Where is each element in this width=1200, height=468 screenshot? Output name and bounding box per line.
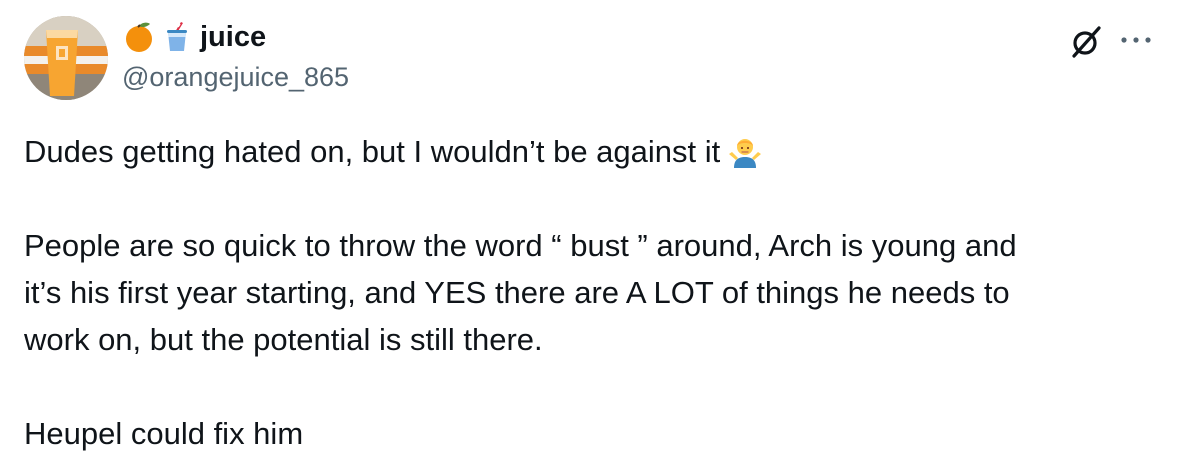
tweet-line: Heupel could fix him [24, 416, 304, 451]
grok-icon[interactable] [1066, 22, 1106, 62]
display-name-row[interactable]: juice [122, 20, 266, 54]
user-handle[interactable]: @orangejuice_865 [122, 60, 349, 94]
avatar-image [24, 16, 108, 100]
avatar[interactable] [24, 16, 108, 100]
display-name: juice [200, 21, 267, 53]
cup-with-straw-icon [167, 22, 187, 51]
tweet-line: Dudes getting hated on, but I wouldn’t b… [24, 128, 1174, 175]
tweet-line: People are so quick to throw the word “ … [24, 228, 1017, 263]
tweet-line-text: Dudes getting hated on, but I wouldn’t b… [24, 134, 721, 169]
person-shrugging-icon [729, 139, 762, 168]
tweet-line: work on, but the potential is still ther… [24, 322, 543, 357]
more-options-icon[interactable] [1118, 30, 1154, 50]
orange-icon [126, 22, 152, 52]
tweet-text: Dudes getting hated on, but I wouldn’t b… [24, 128, 1174, 457]
tweet-line: it’s his first year starting, and YES th… [24, 275, 1010, 310]
tweet: juice @orangejuice_865 Dudes getting hat… [0, 0, 1200, 468]
